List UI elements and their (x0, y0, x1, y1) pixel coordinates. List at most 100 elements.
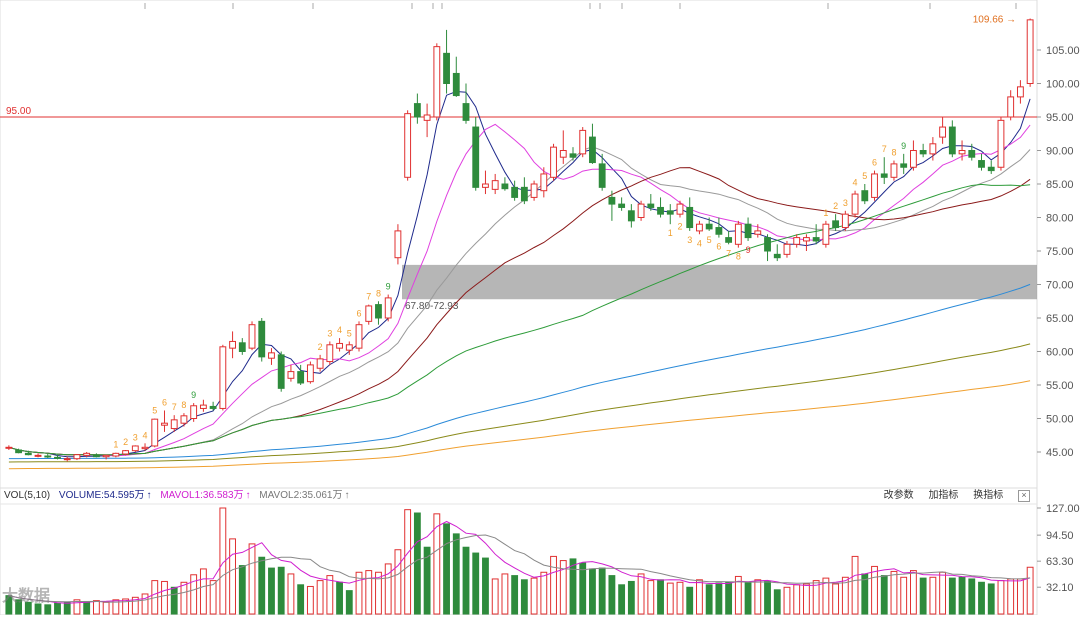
volume-bar-down[interactable] (443, 523, 450, 615)
candle-up[interactable] (958, 150, 966, 155)
volume-bar-down[interactable] (618, 584, 626, 615)
candle-down[interactable] (462, 103, 470, 121)
volume-bar-up[interactable] (141, 593, 149, 615)
candle-up[interactable] (122, 450, 129, 455)
candle-up[interactable] (1016, 86, 1024, 98)
change-params-button[interactable]: 改参数 (884, 490, 914, 501)
candle-down[interactable] (209, 405, 217, 409)
candle-down[interactable] (744, 223, 752, 239)
volume-bar-down[interactable] (725, 581, 733, 615)
candle-up[interactable] (871, 173, 878, 198)
volume-bar-up[interactable] (939, 571, 947, 615)
candle-down[interactable] (297, 371, 305, 384)
candle-up[interactable] (530, 183, 538, 198)
volume-bar-up[interactable] (851, 555, 859, 615)
volume-bar-down[interactable] (336, 581, 343, 615)
candle-down[interactable] (238, 342, 246, 353)
candle-up[interactable] (63, 458, 71, 461)
candle-up[interactable] (365, 305, 373, 322)
candle-up[interactable] (248, 324, 256, 349)
candle-up[interactable] (822, 223, 830, 245)
candle-up[interactable] (287, 371, 295, 379)
volume-bar-down[interactable] (511, 575, 519, 615)
volume-bar-up[interactable] (676, 581, 684, 615)
candle-up[interactable] (559, 150, 567, 158)
volume-bar-up[interactable] (326, 575, 334, 615)
volume-bar-down[interactable] (657, 579, 664, 615)
candle-up[interactable] (316, 358, 324, 369)
candle-down[interactable] (375, 304, 382, 319)
candle-up[interactable] (34, 454, 42, 457)
candle-up[interactable] (540, 173, 548, 192)
candle-up[interactable] (423, 114, 431, 121)
volume-bar-up[interactable] (316, 580, 324, 615)
volume-bar-up[interactable] (501, 573, 509, 615)
candle-up[interactable] (112, 452, 120, 457)
volume-bar-up[interactable] (384, 563, 392, 615)
volume-bar-up[interactable] (287, 573, 295, 615)
candle-down[interactable] (54, 456, 61, 459)
volume-bar-up[interactable] (1026, 566, 1034, 615)
candle-up[interactable] (355, 324, 363, 349)
volume-bar-up[interactable] (832, 583, 840, 615)
volume-bar-up[interactable] (696, 579, 703, 615)
candle-down[interactable] (987, 166, 995, 172)
candle-up[interactable] (929, 143, 937, 155)
volume-bar-up[interactable] (199, 568, 207, 615)
candle-up[interactable] (793, 237, 801, 245)
candle-down[interactable] (880, 173, 888, 178)
candle-up[interactable] (754, 230, 762, 235)
volume-bar-up[interactable] (783, 586, 791, 615)
candle-down[interactable] (452, 72, 460, 97)
candle-up[interactable] (131, 445, 139, 452)
candle-up[interactable] (229, 340, 236, 349)
candle-up[interactable] (190, 405, 198, 419)
volume-bar-down[interactable] (608, 575, 616, 615)
candle-up[interactable] (199, 404, 207, 409)
volume-bar-down[interactable] (764, 580, 771, 615)
candle-down[interactable] (92, 454, 100, 458)
candle-down[interactable] (666, 210, 674, 215)
candle-down[interactable] (812, 237, 820, 242)
volume-bar-down[interactable] (968, 578, 976, 615)
volume-bar-down[interactable] (462, 546, 470, 615)
candle-down[interactable] (919, 150, 927, 155)
candle-up[interactable] (73, 454, 81, 460)
candle-up[interactable] (394, 230, 402, 259)
volume-bar-down[interactable] (598, 567, 606, 615)
candle-down[interactable] (968, 150, 976, 158)
candle-down[interactable] (608, 196, 616, 205)
candle-down[interactable] (258, 320, 266, 358)
candle-up[interactable] (910, 150, 917, 168)
volume-bar-down[interactable] (44, 604, 52, 615)
candle-down[interactable] (900, 163, 908, 168)
candle-up[interactable] (5, 446, 13, 449)
candle-up[interactable] (306, 364, 314, 383)
volume-bar-up[interactable] (530, 577, 538, 615)
candle-up[interactable] (1026, 19, 1034, 85)
volume-bar-down[interactable] (63, 601, 71, 615)
candle-down[interactable] (598, 163, 606, 188)
volume-bar-up[interactable] (929, 576, 937, 615)
candle-up[interactable] (268, 352, 275, 359)
candle-up[interactable] (170, 419, 178, 430)
candle-up[interactable] (939, 126, 947, 138)
close-panel-button[interactable]: × (1018, 490, 1030, 502)
candle-up[interactable] (404, 113, 412, 178)
candle-up[interactable] (433, 46, 441, 118)
candle-down[interactable] (948, 126, 956, 155)
candle-up[interactable] (676, 203, 684, 215)
candle-up[interactable] (696, 223, 703, 232)
candle-up[interactable] (579, 129, 587, 155)
candle-down[interactable] (715, 227, 723, 235)
volume-bar-down[interactable] (715, 582, 723, 615)
volume-bar-up[interactable] (900, 576, 908, 615)
add-indicator-button[interactable]: 加指标 (928, 490, 958, 501)
volume-bar-up[interactable] (1007, 578, 1015, 615)
volume-bar-down[interactable] (83, 600, 91, 615)
volume-bar-up[interactable] (365, 570, 373, 615)
volume-bar-down[interactable] (948, 577, 956, 615)
stock-chart[interactable]: 105.00 100.00 95.00 90.00 85.00 80.00 75.00 70.… (0, 0, 1080, 616)
volume-bar-up[interactable] (102, 601, 110, 615)
candle-up[interactable] (550, 146, 557, 178)
